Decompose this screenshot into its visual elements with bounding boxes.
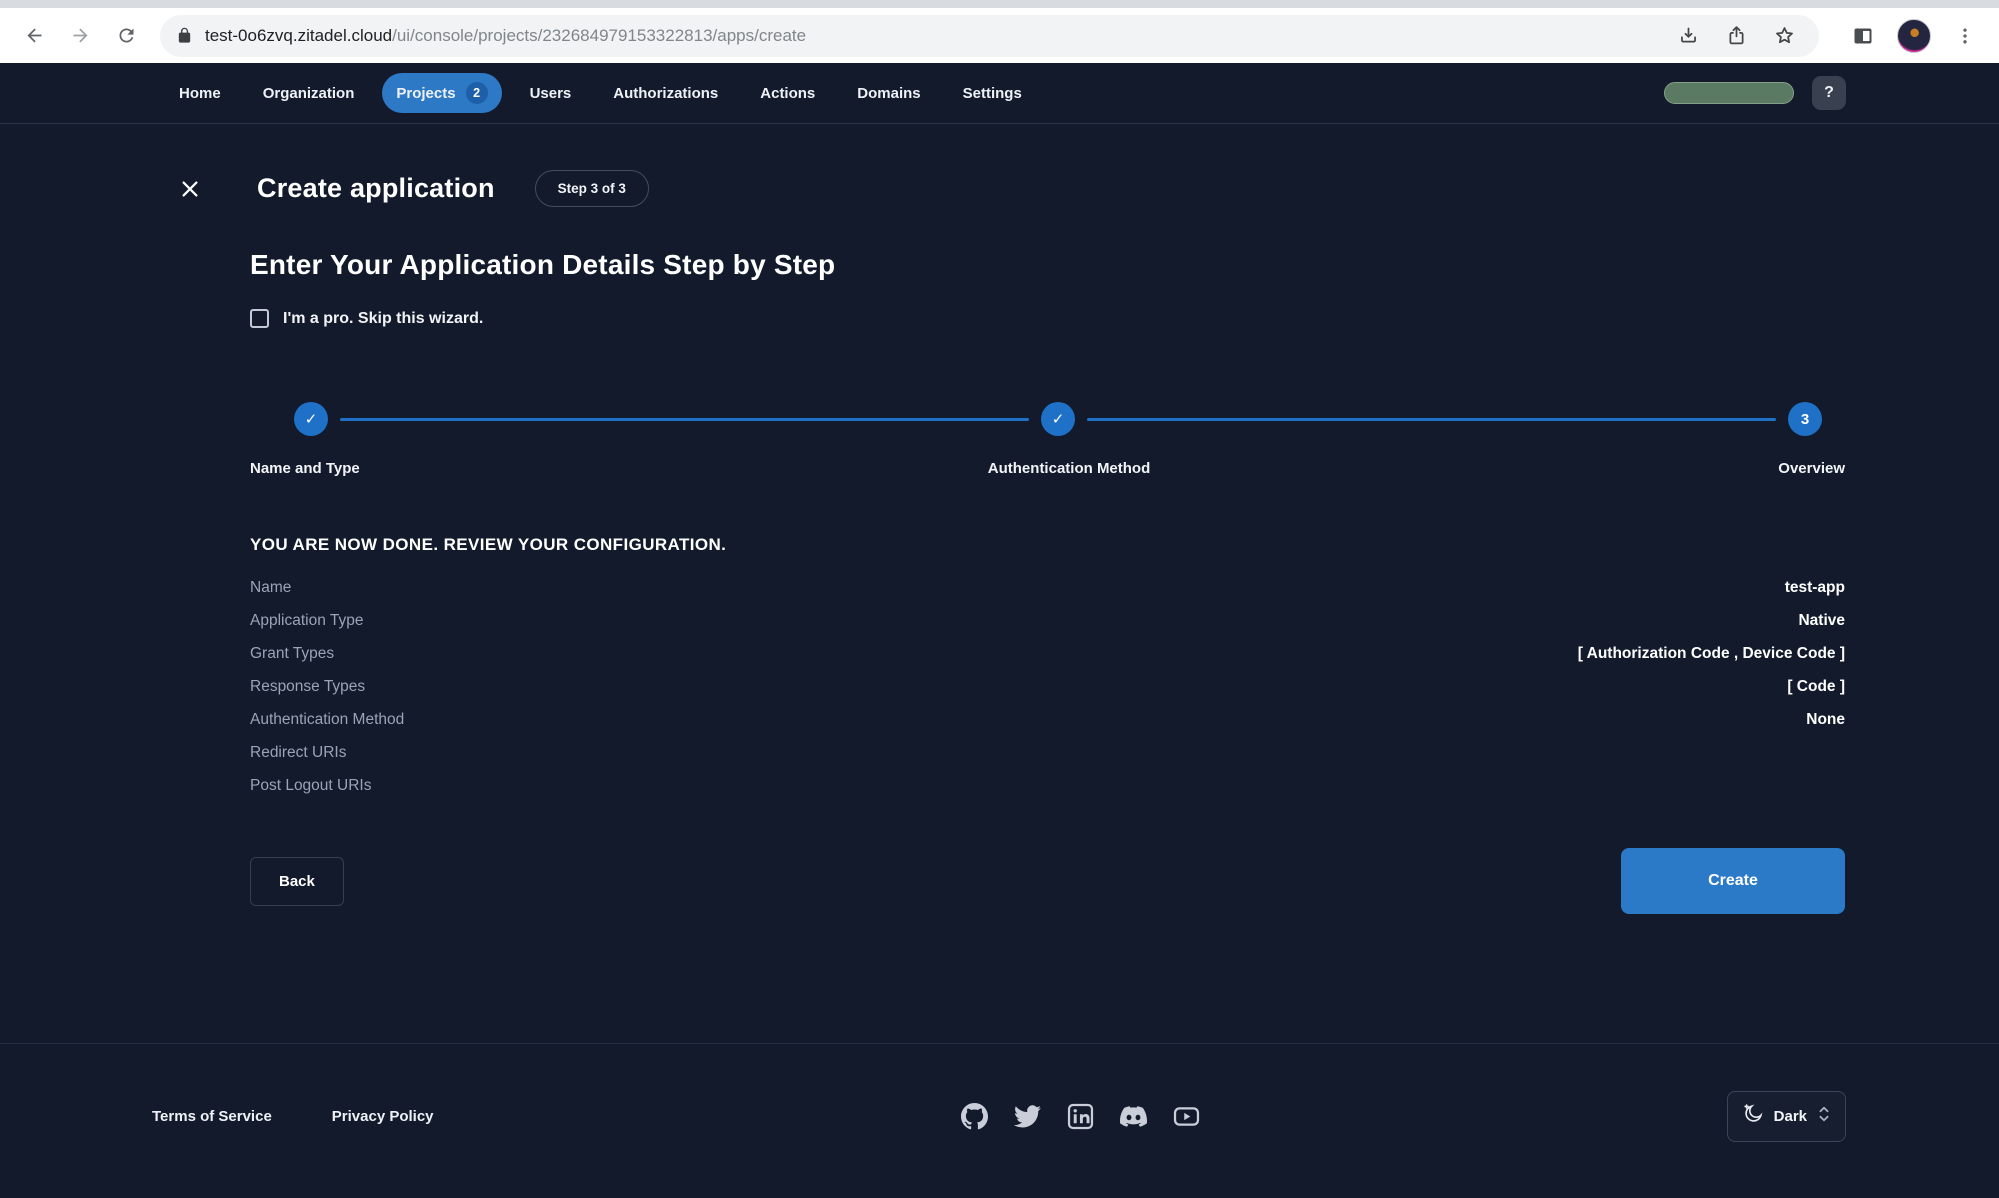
kebab-menu-icon: [1963, 28, 1967, 43]
bookmark-button[interactable]: [1767, 19, 1801, 53]
console-navbar: Home Organization Projects 2 Users Author…: [0, 63, 1999, 124]
step-3-circle[interactable]: 3: [1788, 402, 1822, 436]
wizard-stepper: ✓ ✓ 3 Name and Type Authentication Metho…: [250, 402, 1845, 477]
discord-link[interactable]: [1119, 1103, 1147, 1130]
create-application-page: Create application Step 3 of 3 Enter You…: [0, 124, 1999, 1043]
wizard-heading: Enter Your Application Details Step by S…: [250, 249, 836, 280]
projects-count-badge: 2: [465, 82, 488, 104]
back-arrow-icon: [27, 28, 41, 43]
review-row-authentication-method: Authentication Method None: [250, 710, 1845, 728]
download-icon: [1680, 27, 1696, 43]
share-icon: [1729, 26, 1743, 45]
review-section-title: YOU ARE NOW DONE. REVIEW YOUR CONFIGURAT…: [250, 535, 727, 554]
chevron-updown-icon: [1817, 1105, 1831, 1128]
step-2-label: Authentication Method: [987, 460, 1151, 477]
stepper-connector: [340, 417, 1029, 421]
help-button[interactable]: ?: [1812, 76, 1846, 110]
nav-item-organization[interactable]: Organization: [249, 76, 369, 111]
review-table: Name test-app Application Type Native Gr…: [250, 571, 1845, 802]
address-bar[interactable]: test-0o6zvq.zitadel.cloud/ui/console/pro…: [160, 14, 1819, 57]
side-panel-button[interactable]: [1843, 16, 1883, 56]
linkedin-icon: [1067, 1103, 1093, 1129]
org-context-skeleton: [1664, 82, 1794, 104]
create-button[interactable]: Create: [1621, 848, 1845, 914]
check-icon: ✓: [304, 411, 318, 428]
tab-strip: [0, 0, 1999, 8]
nav-item-projects[interactable]: Projects 2: [382, 73, 502, 113]
nav-item-home[interactable]: Home: [165, 76, 235, 111]
browser-reload-button[interactable]: [106, 16, 146, 56]
side-panel-icon: [1854, 28, 1872, 43]
browser-back-button[interactable]: [14, 16, 54, 56]
terms-of-service-link[interactable]: Terms of Service: [152, 1108, 272, 1125]
privacy-policy-link[interactable]: Privacy Policy: [332, 1108, 434, 1125]
moon-icon: [1742, 1103, 1764, 1130]
linkedin-link[interactable]: [1067, 1103, 1094, 1130]
browser-menu-button[interactable]: [1945, 16, 1985, 56]
youtube-icon: [1173, 1106, 1199, 1126]
reload-icon: [119, 28, 133, 43]
skip-wizard-label: I'm a pro. Skip this wizard.: [283, 309, 484, 327]
page-title: Create application: [257, 173, 495, 203]
forward-arrow-icon: [73, 28, 87, 43]
nav-item-authorizations[interactable]: Authorizations: [599, 76, 732, 111]
step-3-label: Overview: [1778, 460, 1845, 477]
review-row-redirect-uris: Redirect URIs: [250, 743, 347, 761]
nav-item-actions[interactable]: Actions: [746, 76, 829, 111]
share-button[interactable]: [1719, 19, 1753, 53]
review-row-response-types: Response Types [ Code ]: [250, 677, 1845, 695]
install-button[interactable]: [1671, 19, 1705, 53]
url-text: test-0o6zvq.zitadel.cloud/ui/console/pro…: [205, 26, 1671, 46]
stepper-connector: [1087, 417, 1776, 421]
nav-item-domains[interactable]: Domains: [843, 76, 934, 111]
step-number: 3: [1800, 410, 1810, 428]
youtube-link[interactable]: [1173, 1103, 1200, 1130]
review-row-grant-types: Grant Types [ Authorization Code , Devic…: [250, 644, 1845, 662]
review-row-application-type: Application Type Native: [250, 611, 1845, 629]
review-row-post-logout-uris: Post Logout URIs: [250, 776, 372, 794]
url-domain: test-0o6zvq.zitadel.cloud: [205, 25, 393, 45]
console-footer: Terms of Service Privacy Policy Dark: [0, 1043, 1999, 1198]
nav-item-settings[interactable]: Settings: [949, 76, 1036, 111]
twitter-icon: [1013, 1104, 1041, 1127]
nav-item-users[interactable]: Users: [516, 76, 586, 111]
step-1-circle[interactable]: ✓: [294, 402, 328, 436]
close-wizard-button[interactable]: [175, 174, 205, 204]
discord-icon: [1119, 1105, 1147, 1127]
twitter-link[interactable]: [1013, 1103, 1041, 1130]
browser-forward-button[interactable]: [60, 16, 100, 56]
theme-label: Dark: [1773, 1107, 1807, 1125]
skip-wizard-checkbox[interactable]: [250, 309, 269, 328]
browser-chrome: test-0o6zvq.zitadel.cloud/ui/console/pro…: [0, 0, 1999, 63]
step-2-circle[interactable]: ✓: [1041, 402, 1075, 436]
close-icon: [182, 180, 198, 197]
back-button[interactable]: Back: [250, 856, 344, 906]
review-row-name: Name test-app: [250, 578, 1845, 596]
star-icon: [1775, 27, 1793, 44]
check-icon: ✓: [1051, 411, 1065, 428]
url-path: /ui/console/projects/232684979153322813/…: [392, 25, 807, 45]
github-link[interactable]: [960, 1102, 988, 1130]
github-icon: [960, 1102, 988, 1129]
step-badge: Step 3 of 3: [534, 170, 649, 207]
lock-icon: [178, 27, 191, 43]
theme-selector[interactable]: Dark: [1726, 1090, 1846, 1142]
step-1-label: Name and Type: [250, 460, 360, 477]
browser-profile-avatar[interactable]: [1897, 18, 1931, 53]
